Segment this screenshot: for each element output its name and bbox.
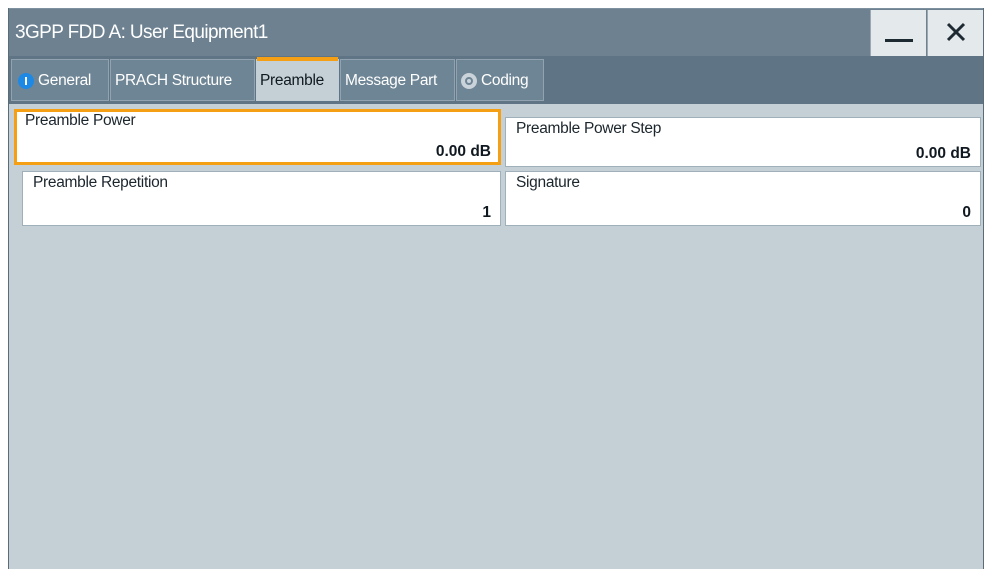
preamble-power-field[interactable]: Preamble Power 0.00 dB [14,109,501,165]
title-bar: 3GPP FDD A: User Equipment1 [9,8,983,56]
preamble-power-value: 0.00 dB [435,143,491,160]
tab-prach-structure[interactable]: PRACH Structure [110,59,255,101]
tab-prach-structure-label: PRACH Structure [115,72,232,89]
close-icon [946,22,966,42]
signature-value: 0 [962,204,971,221]
preamble-repetition-field[interactable]: Preamble Repetition 1 [22,171,501,226]
tab-general[interactable]: General [11,59,109,101]
radio-ring-icon [461,73,477,89]
tab-bar: General PRACH Structure Preamble Message… [9,56,983,104]
window-title: 3GPP FDD A: User Equipment1 [15,22,268,43]
tab-coding[interactable]: Coding [456,59,544,101]
preamble-power-step-value: 0.00 dB [915,145,971,162]
preamble-repetition-value: 1 [482,204,491,221]
tab-general-label: General [38,72,92,89]
preamble-power-label: Preamble Power [25,112,136,129]
tab-message-part[interactable]: Message Part [340,59,455,101]
minimize-button[interactable] [870,10,926,56]
tab-message-part-label: Message Part [345,72,438,89]
minimize-icon [885,39,913,42]
preamble-power-step-field[interactable]: Preamble Power Step 0.00 dB [505,117,981,167]
tab-coding-label: Coding [481,72,529,89]
dialog-window: 3GPP FDD A: User Equipment1 General PRAC… [8,8,984,569]
signature-label: Signature [516,174,580,191]
tab-preamble-label: Preamble [260,72,324,89]
preamble-power-step-label: Preamble Power Step [516,120,662,137]
preamble-repetition-label: Preamble Repetition [33,174,168,191]
tab-preamble[interactable]: Preamble [256,57,339,101]
close-button[interactable] [927,10,983,56]
info-icon [18,73,34,89]
signature-field[interactable]: Signature 0 [505,171,981,226]
